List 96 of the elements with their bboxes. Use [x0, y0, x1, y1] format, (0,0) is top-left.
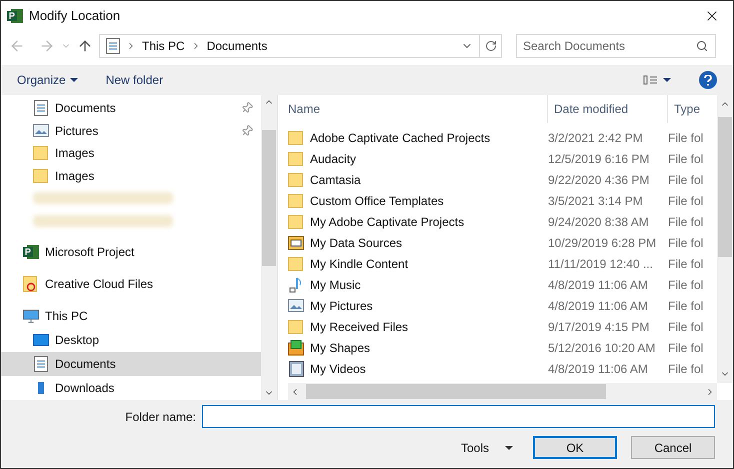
folder-icon — [288, 194, 304, 208]
file-name: My Received Files — [310, 318, 408, 336]
new-folder-button[interactable]: New folder — [106, 71, 164, 89]
file-row[interactable]: My Pictures 4/8/2019 11:06 AM File fol — [288, 295, 717, 316]
file-name: My Music — [310, 276, 361, 294]
file-type: File fol — [668, 214, 704, 230]
folder-icon — [288, 172, 304, 186]
cancel-button[interactable]: Cancel — [631, 436, 715, 459]
date-modified: 4/8/2019 11:06 AM — [548, 360, 649, 378]
file-row[interactable]: Camtasia 9/22/2020 4:36 PM File fol — [288, 169, 717, 190]
folder-name-field[interactable] — [202, 405, 715, 428]
file-type: File fol — [668, 150, 704, 168]
document-icon — [106, 38, 120, 54]
file-name: My Shapes — [310, 340, 370, 356]
date-modified: 5/12/2016 10:20 AM — [548, 340, 656, 356]
date-modified: 3/2/2021 2:42 PM — [548, 130, 644, 146]
horizontal-scrollbar[interactable] — [288, 383, 717, 400]
music-note-icon — [289, 276, 303, 292]
search-icon[interactable] — [696, 40, 708, 52]
up-icon[interactable] — [77, 38, 93, 54]
date-modified: 4/8/2019 11:06 AM — [548, 298, 649, 314]
file-type: File fol — [668, 276, 704, 294]
file-type: File fol — [668, 256, 704, 272]
download-icon — [38, 382, 44, 394]
file-type: File fol — [668, 360, 704, 378]
file-type: File fol — [668, 192, 704, 210]
date-modified: 9/24/2020 8:38 AM — [548, 214, 650, 230]
desktop-icon — [33, 334, 49, 346]
folder-icon — [288, 152, 304, 166]
organize-menu[interactable]: Organize — [17, 71, 78, 89]
file-row[interactable]: My Shapes 5/12/2016 10:20 AM File fol — [288, 337, 717, 358]
search-field[interactable]: Search Documents — [516, 34, 716, 58]
picture-icon — [288, 299, 304, 312]
file-type: File fol — [668, 318, 704, 336]
folder-name-label: Folder name: — [125, 408, 196, 426]
file-type: File fol — [668, 340, 704, 356]
project-icon — [23, 244, 39, 260]
date-modified: 11/11/2019 12:40 ... — [548, 256, 654, 272]
sidebar-item[interactable]: Documents — [1, 352, 261, 376]
file-row[interactable]: My Videos 4/8/2019 11:06 AM File fol — [288, 358, 717, 379]
help-icon[interactable] — [699, 71, 717, 89]
file-row[interactable]: My Data Sources 10/29/2019 6:28 PM File fol — [288, 232, 717, 253]
folder-icon — [33, 146, 49, 160]
file-row[interactable]: Adobe Captivate Cached Projects 3/2/2021 2:42 PM File fol — [288, 127, 717, 148]
tools-menu[interactable]: Tools — [460, 438, 515, 456]
file-name: My Kindle Content — [310, 256, 408, 272]
document-icon — [34, 100, 48, 116]
window-title: Modify Location — [29, 7, 120, 26]
file-type: File fol — [668, 172, 704, 188]
date-modified: 9/22/2020 4:36 PM — [548, 172, 650, 188]
file-name: My Adobe Captivate Projects — [310, 214, 464, 230]
breadcrumb[interactable]: Documents — [206, 37, 268, 55]
file-name: Custom Office Templates — [310, 192, 444, 210]
ok-button[interactable]: OK — [533, 436, 617, 459]
date-modified: 12/5/2019 6:16 PM — [548, 150, 650, 168]
folder-icon — [33, 168, 49, 183]
project-icon — [7, 8, 23, 24]
file-row[interactable]: Custom Office Templates 3/5/2021 3:14 PM File fol — [288, 190, 717, 211]
video-icon — [288, 360, 304, 376]
data-folder-icon — [288, 236, 304, 250]
file-name: Adobe Captivate Cached Projects — [310, 130, 490, 146]
refresh-button[interactable] — [480, 34, 502, 58]
breadcrumb[interactable]: This PC — [142, 37, 185, 55]
document-icon — [34, 356, 48, 372]
file-name: Audacity — [310, 150, 356, 168]
date-modified: 3/5/2021 3:14 PM — [548, 192, 644, 210]
file-row[interactable]: Audacity 12/5/2019 6:16 PM File fol — [288, 148, 717, 169]
date-modified: 4/8/2019 11:06 AM — [548, 276, 649, 294]
picture-icon — [33, 124, 49, 138]
folder-icon — [288, 256, 304, 270]
file-name: My Pictures — [310, 298, 373, 314]
file-type: File fol — [668, 130, 704, 146]
column-header[interactable]: Date modified — [548, 95, 668, 123]
file-name: Camtasia — [310, 172, 361, 188]
folder-icon — [288, 130, 304, 144]
shapes-icon — [288, 340, 304, 356]
folder-icon — [288, 320, 304, 334]
file-type: File fol — [668, 234, 704, 252]
address-bar[interactable]: This PC Documents — [99, 34, 480, 58]
file-row[interactable]: My Kindle Content 11/11/2019 12:40 ... File fol — [288, 253, 717, 274]
date-modified: 10/29/2019 6:28 PM — [548, 234, 658, 252]
column-header[interactable]: Name — [288, 95, 548, 123]
file-name: My Videos — [310, 360, 366, 378]
cloud-folder-icon — [23, 276, 39, 292]
folder-icon — [288, 214, 304, 228]
refresh-icon — [484, 40, 496, 52]
column-header[interactable]: Type — [668, 95, 700, 123]
file-row[interactable]: My Music 4/8/2019 11:06 AM File fol — [288, 274, 717, 295]
monitor-icon — [23, 308, 39, 324]
date-modified: 9/17/2019 4:15 PM — [548, 318, 650, 336]
file-name: My Data Sources — [310, 234, 402, 252]
view-options-icon[interactable] — [643, 75, 671, 85]
file-type: File fol — [668, 298, 704, 314]
file-row[interactable]: My Adobe Captivate Projects 9/24/2020 8:38 AM File fol — [288, 211, 717, 232]
scrollbar[interactable] — [717, 95, 733, 383]
file-row[interactable]: My Received Files 9/17/2019 4:15 PM File fol — [288, 316, 717, 337]
